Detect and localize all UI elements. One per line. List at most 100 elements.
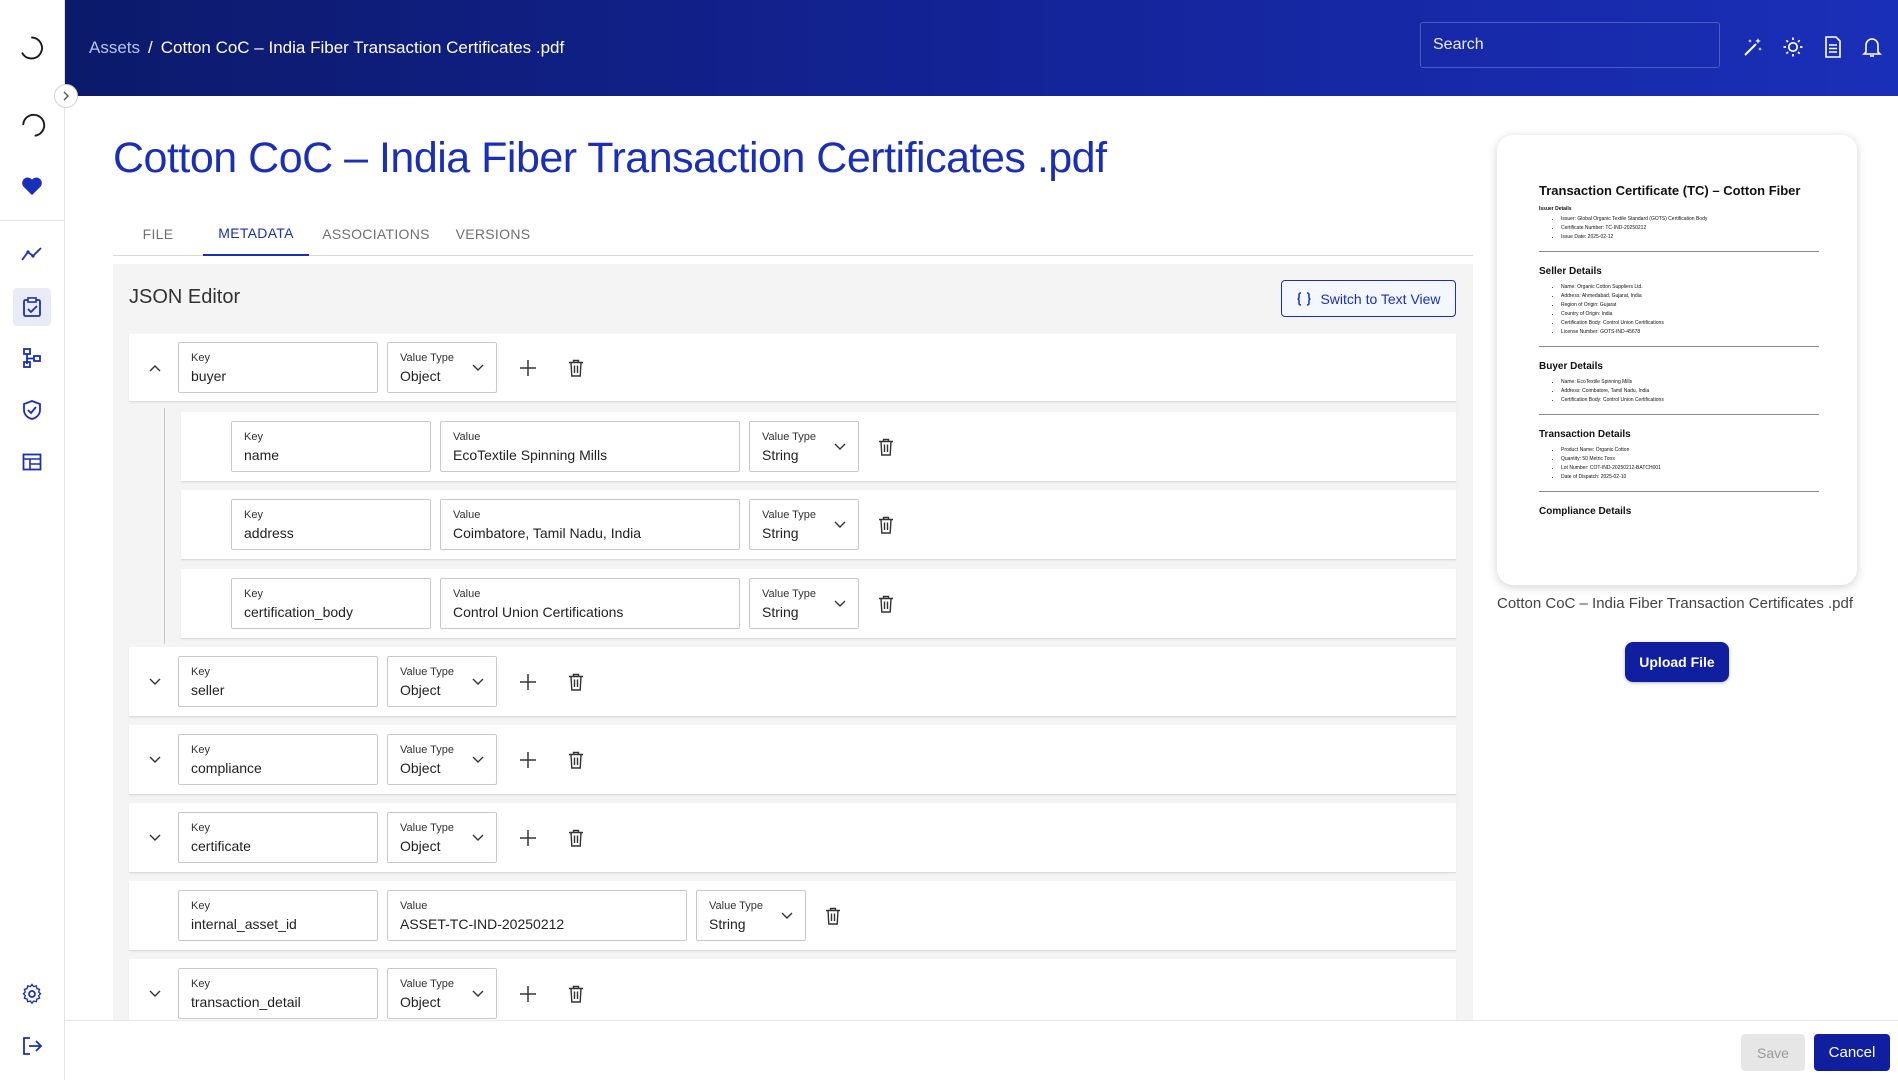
expand-row-button[interactable]	[143, 670, 167, 694]
delete-row-button[interactable]	[874, 513, 898, 537]
key-field[interactable]: Key transaction_detail	[178, 968, 378, 1019]
value-value: Coimbatore, Tamil Nadu, India	[453, 525, 642, 541]
delete-row-button[interactable]	[874, 592, 898, 616]
value-type-label: Value Type	[400, 822, 455, 834]
delete-row-button[interactable]	[564, 356, 588, 380]
tab-associations[interactable]: ASSOCIATIONS	[309, 212, 443, 256]
doc-list-item: Name: Organic Cotton Suppliers Ltd.	[1561, 283, 1819, 292]
sun-icon[interactable]	[1780, 34, 1806, 60]
cancel-button[interactable]: Cancel	[1814, 1034, 1890, 1071]
value-field[interactable]: Value Control Union Certifications	[440, 578, 740, 629]
doc-list-item: Address: Ahmedabad, Gujarat, India	[1561, 292, 1819, 301]
add-child-button[interactable]	[516, 356, 540, 380]
expand-row-button[interactable]	[143, 826, 167, 850]
value-type-select[interactable]: Value Type Object	[387, 342, 497, 393]
key-label: Key	[191, 744, 210, 756]
key-field[interactable]: Key seller	[178, 656, 378, 707]
collapse-row-button[interactable]	[143, 356, 167, 380]
bell-icon[interactable]	[1859, 34, 1885, 60]
value-type-select[interactable]: Value Type Object	[387, 656, 497, 707]
key-value: seller	[191, 682, 225, 698]
breadcrumb-assets-link[interactable]: Assets	[89, 38, 140, 57]
magic-wand-icon[interactable]	[1740, 34, 1766, 60]
key-field[interactable]: Key buyer	[178, 342, 378, 393]
value-type-select[interactable]: Value Type String	[749, 499, 859, 550]
value-type-value: String	[709, 916, 746, 932]
json-row-buyer: Key buyer Value Type Object	[129, 334, 1456, 402]
value-type-select[interactable]: Value Type String	[696, 890, 806, 941]
tab-metadata[interactable]: METADATA	[203, 212, 309, 256]
delete-row-button[interactable]	[564, 826, 588, 850]
value-type-select[interactable]: Value Type Object	[387, 812, 497, 863]
breadcrumb-separator: /	[148, 38, 153, 57]
key-field[interactable]: Key address	[231, 499, 431, 550]
key-field[interactable]: Key certification_body	[231, 578, 431, 629]
chevron-down-icon	[834, 600, 846, 607]
switch-to-text-view-button[interactable]: Switch to Text View	[1281, 280, 1456, 317]
breadcrumb: Assets / Cotton CoC – India Fiber Transact…	[89, 38, 564, 58]
key-field[interactable]: Key compliance	[178, 734, 378, 785]
add-child-button[interactable]	[516, 826, 540, 850]
save-button[interactable]: Save	[1741, 1034, 1805, 1071]
value-type-value: String	[762, 604, 799, 620]
expand-row-button[interactable]	[143, 748, 167, 772]
logout-icon[interactable]	[18, 1032, 46, 1060]
key-value: transaction_detail	[191, 994, 301, 1010]
add-child-button[interactable]	[516, 670, 540, 694]
delete-row-button[interactable]	[564, 982, 588, 1006]
json-row-buyer-certification-body: Key certification_body Value Control Uni…	[181, 569, 1456, 639]
hierarchy-icon[interactable]	[18, 344, 46, 372]
clipboard-check-icon[interactable]	[13, 288, 51, 326]
delete-row-button[interactable]	[564, 748, 588, 772]
chevron-down-icon	[472, 364, 484, 371]
value-value: ASSET-TC-IND-20250212	[400, 916, 565, 932]
key-field[interactable]: Key internal_asset_id	[178, 890, 378, 941]
document-preview-content: Transaction Certificate (TC) – Cotton Fi…	[1539, 183, 1819, 523]
chevron-down-icon	[472, 756, 484, 763]
shield-check-icon[interactable]	[18, 396, 46, 424]
doc-buyer-heading: Buyer Details	[1539, 361, 1603, 372]
settings-icon[interactable]	[18, 980, 46, 1008]
value-field[interactable]: Value ASSET-TC-IND-20250212	[387, 890, 687, 941]
trash-icon	[569, 359, 583, 377]
key-field[interactable]: Key name	[231, 421, 431, 472]
spinner-icon	[18, 112, 46, 140]
key-field[interactable]: Key certificate	[178, 812, 378, 863]
doc-list-item: Date of Dispatch: 2025-02-10	[1561, 473, 1819, 482]
value-label: Value	[453, 588, 481, 600]
table-icon[interactable]	[18, 448, 46, 476]
left-sidebar	[0, 0, 65, 1080]
tab-file[interactable]: FILE	[113, 212, 203, 256]
value-type-label: Value Type	[762, 509, 817, 521]
value-type-select[interactable]: Value Type Object	[387, 734, 497, 785]
value-type-select[interactable]: Value Type String	[749, 421, 859, 472]
add-child-button[interactable]	[516, 748, 540, 772]
delete-row-button[interactable]	[874, 435, 898, 459]
chevron-down-icon	[781, 912, 793, 919]
value-field[interactable]: Value Coimbatore, Tamil Nadu, India	[440, 499, 740, 550]
value-type-value: String	[762, 447, 799, 463]
value-field[interactable]: Value EcoTextile Spinning Mills	[440, 421, 740, 472]
add-child-button[interactable]	[516, 982, 540, 1006]
plus-icon	[520, 986, 536, 1002]
key-value: address	[244, 525, 294, 541]
document-icon[interactable]	[1820, 34, 1846, 60]
upload-file-button[interactable]: Upload File	[1625, 642, 1729, 682]
delete-row-button[interactable]	[564, 670, 588, 694]
search-input[interactable]	[1420, 22, 1720, 68]
analytics-icon[interactable]	[18, 240, 46, 268]
document-preview[interactable]: Transaction Certificate (TC) – Cotton Fi…	[1497, 135, 1857, 585]
doc-compliance-heading: Compliance Details	[1539, 506, 1632, 517]
tab-versions[interactable]: VERSIONS	[443, 212, 543, 256]
heart-icon[interactable]	[18, 172, 46, 200]
json-row-transaction-detail: Key transaction_detail Value Type Object	[129, 959, 1456, 1020]
key-value: internal_asset_id	[191, 916, 297, 932]
json-editor-title: JSON Editor	[129, 286, 241, 308]
sidebar-expand-button[interactable]	[54, 84, 78, 108]
expand-row-button[interactable]	[143, 982, 167, 1006]
delete-row-button[interactable]	[821, 904, 845, 928]
doc-divider	[1539, 346, 1819, 347]
value-type-select[interactable]: Value Type Object	[387, 968, 497, 1019]
value-type-select[interactable]: Value Type String	[749, 578, 859, 629]
doc-list-item: Issuer: Global Organic Textile Standard …	[1561, 215, 1819, 224]
